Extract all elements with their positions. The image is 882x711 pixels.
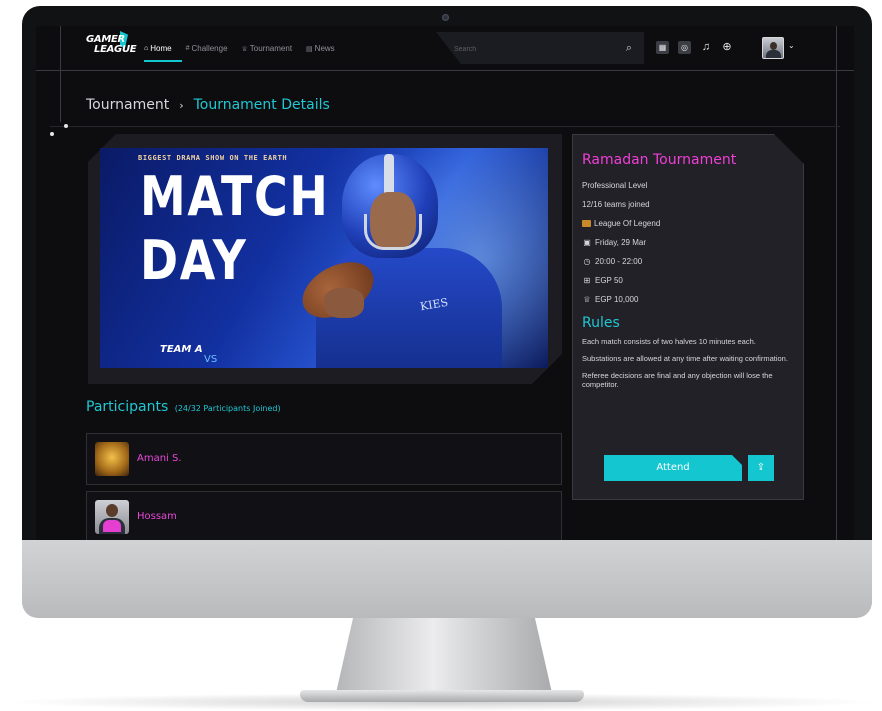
home-icon: ⌂ bbox=[144, 45, 149, 52]
face-mask bbox=[364, 214, 422, 250]
nav-active-indicator bbox=[144, 60, 182, 62]
rules-title: Rules bbox=[582, 315, 620, 331]
participant-avatar bbox=[95, 442, 129, 476]
info-teams: 12/16 teams joined bbox=[582, 195, 796, 214]
participants-title: Participants bbox=[86, 399, 169, 415]
nav-item-label: Tournament bbox=[249, 44, 293, 53]
frame-line-right bbox=[836, 26, 837, 540]
rule-item: Each match consists of two halves 10 min… bbox=[582, 337, 756, 346]
share-icon[interactable]: ⇪ bbox=[748, 455, 774, 481]
tournament-info: Ramadan Tournament Professional Level 12… bbox=[582, 152, 796, 397]
info-game: League Of Legend bbox=[582, 214, 796, 233]
chevron-down-icon[interactable]: ⌄ bbox=[788, 41, 795, 50]
nav-item-challenge[interactable]: # Challenge bbox=[186, 44, 228, 53]
nav-item-tournament[interactable]: ♕ Tournament bbox=[242, 44, 293, 53]
participant-avatar bbox=[95, 500, 129, 534]
participant-row[interactable]: Hossam bbox=[86, 491, 562, 540]
camera-icon bbox=[442, 14, 449, 21]
search-icon[interactable]: ⌕ bbox=[622, 41, 636, 55]
frame-dot bbox=[64, 124, 68, 128]
nav-item-news[interactable]: ▤ News bbox=[306, 44, 335, 53]
calendar-icon: ▣ bbox=[583, 238, 591, 247]
monitor-chin bbox=[22, 540, 872, 618]
calendar-icon[interactable]: ▦ bbox=[656, 41, 669, 54]
participant-row[interactable]: Amani S. bbox=[86, 433, 562, 485]
info-prize: ♕ EGP 10,000 bbox=[582, 290, 796, 309]
info-fee: ⊞ EGP 50 bbox=[582, 271, 796, 290]
participant-name: Hossam bbox=[137, 511, 177, 522]
player-hand bbox=[324, 288, 364, 318]
breadcrumb-current: Tournament Details bbox=[193, 97, 330, 113]
app-screen: GAMER LEAGUE ⌂ Home # Challenge ♕ Tourna… bbox=[36, 26, 854, 540]
rule-item: Referee decisions are final and any obje… bbox=[582, 371, 773, 389]
time-text: 20:00 - 22:00 bbox=[595, 257, 643, 266]
football-player-illustration: KIES bbox=[293, 148, 510, 368]
money-icon: ⊞ bbox=[583, 276, 591, 285]
chat-icon[interactable]: ◎ bbox=[678, 41, 691, 54]
header-divider bbox=[36, 70, 854, 71]
trophy-icon: ♕ bbox=[241, 45, 248, 53]
participant-name: Amani S. bbox=[137, 453, 182, 464]
nav-item-label: Home bbox=[150, 44, 172, 53]
monitor-base bbox=[300, 690, 584, 702]
logo-wordmark: GAMER LEAGUE bbox=[86, 34, 137, 55]
avatar-body bbox=[766, 50, 781, 58]
participants-count: (24/32 Participants Joined) bbox=[174, 404, 281, 413]
attend-button[interactable]: Attend bbox=[604, 455, 742, 481]
banner-image: BIGGEST DRAMA SHOW ON THE EARTH MATCH DA… bbox=[100, 148, 548, 368]
banner-headline-2: DAY bbox=[140, 229, 248, 292]
nav-item-label: News bbox=[314, 44, 335, 53]
frame-line-mid bbox=[50, 126, 840, 127]
date-text: Friday, 29 Mar bbox=[595, 238, 646, 247]
game-text: League Of Legend bbox=[594, 219, 661, 228]
breadcrumb-tournament[interactable]: Tournament bbox=[86, 97, 169, 113]
participants-heading: Participants (24/32 Participants Joined) bbox=[86, 399, 281, 415]
avatar-head bbox=[106, 504, 118, 517]
avatar[interactable] bbox=[762, 37, 784, 59]
banner-team: TEAM A bbox=[160, 344, 203, 355]
trophy-icon: ♕ bbox=[583, 295, 591, 304]
game-icon bbox=[582, 220, 591, 227]
frame-dot bbox=[50, 132, 54, 136]
nav-item-home[interactable]: ⌂ Home bbox=[144, 44, 172, 53]
level-text: Professional Level bbox=[582, 181, 648, 190]
info-level: Professional Level bbox=[582, 176, 796, 195]
info-time: ◷ 20:00 - 22:00 bbox=[582, 252, 796, 271]
prize-text: EGP 10,000 bbox=[595, 295, 639, 304]
clock-icon: ◷ bbox=[583, 257, 591, 266]
info-date: ▣ Friday, 29 Mar bbox=[582, 233, 796, 252]
nav-item-label: Challenge bbox=[191, 44, 228, 53]
hash-icon: # bbox=[185, 45, 190, 52]
frame-line-left bbox=[60, 26, 61, 122]
tournament-title: Ramadan Tournament bbox=[582, 152, 737, 168]
chevron-right-icon: › bbox=[179, 99, 184, 112]
news-icon: ▤ bbox=[306, 45, 313, 53]
fee-text: EGP 50 bbox=[595, 276, 623, 285]
breadcrumb: Tournament › Tournament Details bbox=[86, 97, 330, 113]
globe-icon[interactable]: ⊕ bbox=[720, 40, 734, 54]
rule-item: Substations are allowed at any time afte… bbox=[582, 354, 788, 363]
bell-icon[interactable]: ♫ bbox=[699, 40, 713, 54]
main-nav: ⌂ Home # Challenge ♕ Tournament ▤ News bbox=[144, 44, 335, 53]
monitor-stand bbox=[336, 617, 552, 693]
banner-vs: VS bbox=[204, 354, 218, 365]
avatar-shirt bbox=[103, 520, 121, 532]
banner-tagline: BIGGEST DRAMA SHOW ON THE EARTH bbox=[138, 154, 288, 162]
search-input[interactable] bbox=[454, 42, 614, 56]
logo[interactable]: GAMER LEAGUE bbox=[86, 31, 137, 61]
teams-text: 12/16 teams joined bbox=[582, 200, 650, 209]
avatar-head bbox=[770, 42, 777, 50]
